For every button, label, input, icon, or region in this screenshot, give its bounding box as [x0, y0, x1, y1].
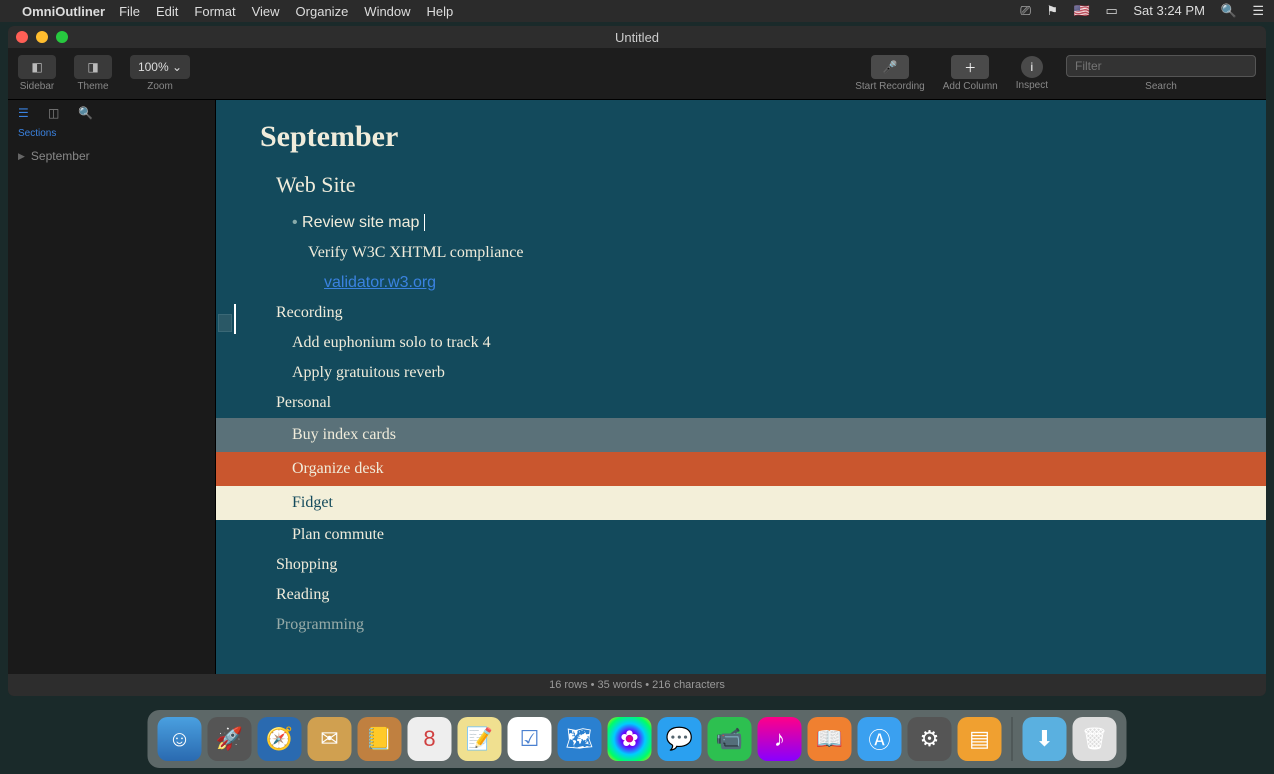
dock-photos[interactable]: ✿ — [608, 717, 652, 761]
app-window: Untitled ◧ Sidebar ◨ Theme 100% ⌄ Zoom 🎤… — [8, 26, 1266, 696]
row-euphonium[interactable]: Add euphonium solo to track 4 — [260, 328, 1222, 358]
dock: ☺ 🚀 🧭 ✉ 📒 8 📝 ☑ 🗺 ✿ 💬 📹 ♪ 📖 Ⓐ ⚙ ▤ ⬇ 🗑 — [148, 710, 1127, 768]
menubar: OmniOutliner File Edit Format View Organ… — [0, 0, 1274, 22]
document-area[interactable]: September Web Site • Review site map Ver… — [216, 100, 1266, 674]
plus-icon: ＋ — [951, 55, 989, 79]
toolbar-add-column[interactable]: ＋ Add Column — [943, 55, 998, 92]
row-verify-w3c[interactable]: Verify W3C XHTML compliance — [260, 238, 1222, 268]
dock-preferences[interactable]: ⚙ — [908, 717, 952, 761]
section-personal[interactable]: Personal — [260, 388, 1222, 418]
text-cursor — [234, 304, 236, 334]
search-input[interactable] — [1066, 55, 1256, 77]
zoom-button[interactable] — [56, 31, 68, 43]
styles-tab-icon[interactable]: ◫ — [48, 106, 64, 122]
menu-format[interactable]: Format — [194, 4, 235, 19]
menu-window[interactable]: Window — [364, 4, 410, 19]
dock-notes[interactable]: 📝 — [458, 717, 502, 761]
row-plan-commute[interactable]: Plan commute — [260, 520, 1222, 550]
search-tab-icon[interactable]: 🔍 — [78, 106, 94, 122]
section-shopping[interactable]: Shopping — [260, 550, 1222, 580]
menubar-right: ⎚ ⚑ 🇺🇸 ▭ Sat 3:24 PM 🔍 ☰ — [1008, 3, 1264, 19]
menu-edit[interactable]: Edit — [156, 4, 178, 19]
minimize-button[interactable] — [36, 31, 48, 43]
notification-icon[interactable]: ☰ — [1252, 3, 1264, 18]
dock-ibooks[interactable]: 📖 — [808, 717, 852, 761]
dock-messages[interactable]: 💬 — [658, 717, 702, 761]
section-programming[interactable]: Programming — [260, 610, 1222, 640]
toolbar: ◧ Sidebar ◨ Theme 100% ⌄ Zoom 🎤 Start Re… — [8, 48, 1266, 100]
dock-facetime[interactable]: 📹 — [708, 717, 752, 761]
spotlight-icon[interactable]: 🔍 — [1221, 3, 1237, 18]
section-reading[interactable]: Reading — [260, 580, 1222, 610]
sections-label: Sections — [8, 128, 215, 145]
note-handle-icon[interactable] — [218, 314, 232, 332]
dock-appstore[interactable]: Ⓐ — [858, 717, 902, 761]
section-recording[interactable]: Recording — [260, 298, 1222, 328]
row-fidget[interactable]: Fidget — [216, 486, 1266, 520]
dock-reminders[interactable]: ☑ — [508, 717, 552, 761]
sidebar-item-september[interactable]: ▶ September — [8, 145, 215, 167]
outline-title[interactable]: September — [260, 120, 1222, 154]
toolbar-zoom[interactable]: 100% ⌄ Zoom — [130, 55, 190, 92]
dock-itunes[interactable]: ♪ — [758, 717, 802, 761]
clock[interactable]: Sat 3:24 PM — [1133, 3, 1205, 18]
dock-safari[interactable]: 🧭 — [258, 717, 302, 761]
dock-calendar[interactable]: 8 — [408, 717, 452, 761]
dock-trash[interactable]: 🗑 — [1073, 717, 1117, 761]
dock-maps[interactable]: 🗺 — [558, 717, 602, 761]
info-icon: i — [1021, 56, 1043, 78]
dock-contacts[interactable]: 📒 — [358, 717, 402, 761]
menu-organize[interactable]: Organize — [296, 4, 349, 19]
theme-icon: ◨ — [74, 55, 112, 79]
sections-tab-icon[interactable]: ☰ — [18, 106, 34, 122]
row-validator-link[interactable]: validator.w3.org — [260, 268, 1222, 298]
dock-separator — [1012, 717, 1013, 761]
dock-downloads[interactable]: ⬇ — [1023, 717, 1067, 761]
script-icon[interactable]: ⚑ — [1046, 3, 1058, 18]
toolbar-inspect[interactable]: i Inspect — [1016, 56, 1048, 91]
dock-finder[interactable]: ☺ — [158, 717, 202, 761]
menu-help[interactable]: Help — [427, 4, 454, 19]
row-reverb[interactable]: Apply gratuitous reverb — [260, 358, 1222, 388]
sidebar-icon: ◧ — [18, 55, 56, 79]
flag-icon[interactable]: 🇺🇸 — [1074, 3, 1090, 18]
row-review-sitemap[interactable]: • Review site map — [292, 208, 1222, 238]
app-name[interactable]: OmniOutliner — [22, 4, 105, 19]
toolbar-sidebar[interactable]: ◧ Sidebar — [18, 55, 56, 92]
titlebar: Untitled — [8, 26, 1266, 48]
section-website[interactable]: Web Site — [276, 172, 1222, 198]
dock-mail[interactable]: ✉ — [308, 717, 352, 761]
microphone-icon: 🎤 — [871, 55, 909, 79]
disclosure-triangle-icon[interactable]: ▶ — [18, 151, 25, 162]
close-button[interactable] — [16, 31, 28, 43]
dock-launchpad[interactable]: 🚀 — [208, 717, 252, 761]
toolbar-theme[interactable]: ◨ Theme — [74, 55, 112, 92]
sidebar: ☰ ◫ 🔍 Sections ▶ September — [8, 100, 216, 674]
menu-view[interactable]: View — [252, 4, 280, 19]
display-icon[interactable]: ▭ — [1105, 3, 1117, 18]
window-title: Untitled — [615, 30, 659, 45]
row-organize-desk[interactable]: Organize desk — [216, 452, 1266, 486]
airplay-icon[interactable]: ⎚ — [1020, 3, 1030, 18]
toolbar-record[interactable]: 🎤 Start Recording — [855, 55, 924, 92]
toolbar-search: Search — [1066, 55, 1256, 92]
menu-file[interactable]: File — [119, 4, 140, 19]
zoom-select[interactable]: 100% ⌄ — [130, 55, 190, 79]
status-bar: 16 rows • 35 words • 216 characters — [8, 674, 1266, 696]
row-buy-index[interactable]: Buy index cards — [216, 418, 1266, 452]
dock-omnioutliner[interactable]: ▤ — [958, 717, 1002, 761]
